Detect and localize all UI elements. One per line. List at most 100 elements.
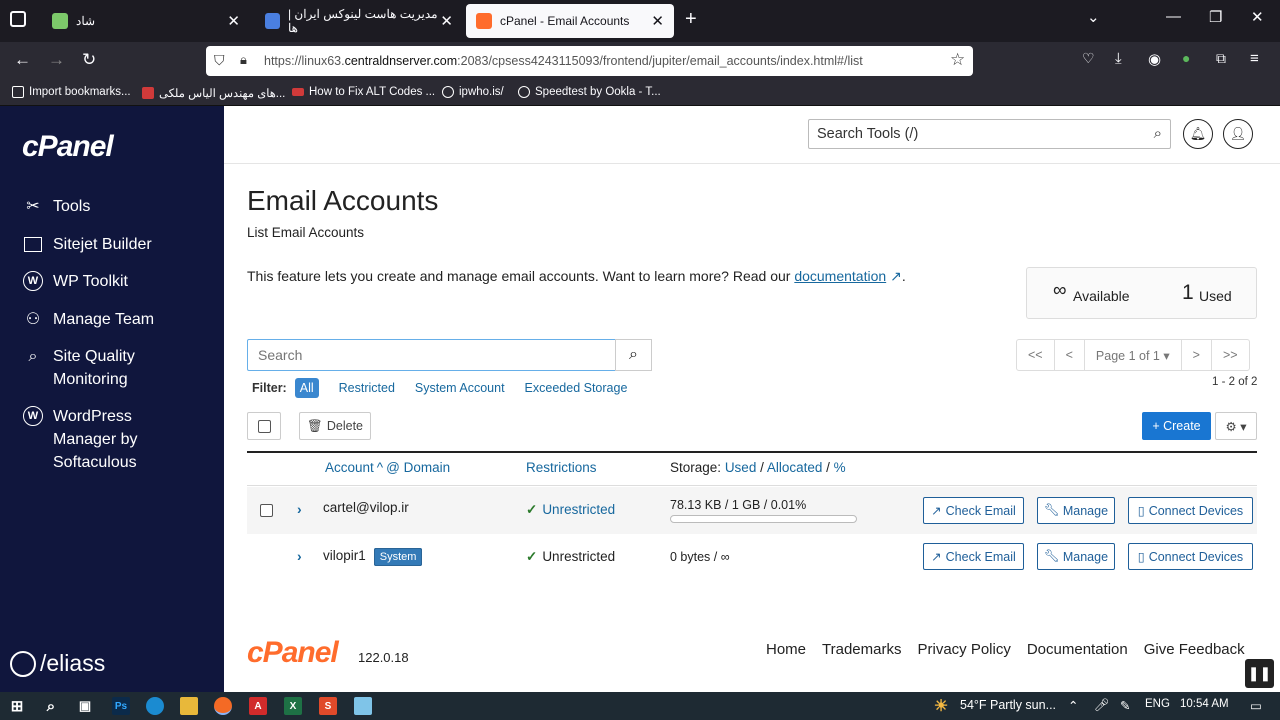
user-menu-button[interactable]: 👤︎: [1223, 119, 1253, 149]
connect-devices-button[interactable]: ▯ Connect Devices: [1128, 543, 1253, 570]
footer-link-documentation[interactable]: Documentation: [1027, 641, 1128, 658]
bookmark-elias[interactable]: های مهندس الیاس ملکی...: [142, 86, 285, 100]
sidebar-item-sitejet[interactable]: Sitejet Builder: [22, 233, 152, 256]
sort-account-header[interactable]: Account ^ @ Domain: [325, 460, 450, 475]
search-button[interactable]: ⌕: [615, 339, 652, 371]
firefox-icon[interactable]: [214, 697, 232, 715]
tray-chevron-icon[interactable]: ⌃: [1068, 698, 1078, 713]
edge-icon[interactable]: [146, 697, 164, 715]
downloads-icon[interactable]: ⤓: [1115, 50, 1122, 67]
check-email-button[interactable]: ↗ Check Email: [923, 497, 1024, 524]
footer-link-privacy[interactable]: Privacy Policy: [917, 641, 1010, 658]
bookmark-star-icon[interactable]: ☆: [950, 50, 965, 70]
clock[interactable]: 10:54 AM: [1180, 698, 1229, 710]
maximize-icon[interactable]: ❐: [1209, 8, 1222, 26]
sort-allocated[interactable]: Allocated: [767, 460, 823, 475]
search-input[interactable]: [247, 339, 616, 371]
row-checkbox[interactable]: [260, 504, 273, 517]
sort-up-icon: ^: [376, 460, 384, 475]
file-explorer-icon[interactable]: [180, 697, 198, 715]
tab-cpanel[interactable]: cPanel - Email Accounts ✕: [466, 4, 674, 38]
search-icon[interactable]: ⌕: [42, 697, 60, 715]
notifications-icon[interactable]: ▭: [1250, 698, 1262, 713]
app-icon[interactable]: S: [319, 697, 337, 715]
bookmark-import[interactable]: Import bookmarks...: [12, 86, 131, 98]
weather-icon[interactable]: ☀: [932, 697, 950, 715]
pocket-icon[interactable]: ♡: [1082, 50, 1095, 67]
settings-dropdown-button[interactable]: ⚙ ▾: [1215, 412, 1257, 440]
search-tools-input[interactable]: Search Tools (/) ⌕: [808, 119, 1171, 149]
close-tab-icon[interactable]: ✕: [227, 12, 240, 30]
filter-system-account[interactable]: System Account: [415, 381, 505, 395]
pagination: << < Page 1 of 1 ▾ > >>: [1016, 339, 1250, 371]
close-window-icon[interactable]: ✕: [1251, 8, 1264, 26]
excel-icon[interactable]: X: [284, 697, 302, 715]
footer-link-feedback[interactable]: Give Feedback: [1144, 641, 1245, 658]
select-all-checkbox[interactable]: [257, 419, 271, 433]
close-tab-icon[interactable]: ✕: [651, 12, 664, 30]
tab-overview-icon[interactable]: [10, 11, 26, 27]
pen-icon[interactable]: ✎: [1120, 698, 1130, 713]
create-button[interactable]: + Create: [1142, 412, 1211, 440]
weather-text[interactable]: 54°F Partly sun...: [960, 698, 1056, 712]
back-icon[interactable]: ←: [14, 50, 31, 70]
task-view-icon[interactable]: ▣: [76, 697, 94, 715]
page-select[interactable]: Page 1 of 1 ▾: [1085, 340, 1182, 370]
last-page-button[interactable]: >>: [1212, 340, 1249, 370]
first-page-button[interactable]: <<: [1017, 340, 1055, 370]
check-email-button[interactable]: ↗ Check Email: [923, 543, 1024, 570]
acrobat-icon[interactable]: A: [249, 697, 267, 715]
manage-button[interactable]: 🔧︎ Manage: [1037, 543, 1115, 570]
photoshop-icon[interactable]: Ps: [112, 697, 130, 715]
manage-button[interactable]: 🔧︎ Manage: [1037, 497, 1115, 524]
select-all-button[interactable]: [247, 412, 281, 440]
sort-used[interactable]: Used: [725, 460, 757, 475]
expand-row-icon[interactable]: ›: [297, 548, 302, 564]
notepad-icon[interactable]: [354, 697, 372, 715]
sidebar-item-wordpress-manager[interactable]: W WordPress Manager by Softaculous: [22, 405, 197, 474]
list-tabs-icon[interactable]: ⌄: [1087, 8, 1100, 26]
extension-icon[interactable]: ●: [1182, 50, 1190, 66]
microphone-icon[interactable]: 🎤︎: [1094, 698, 1110, 713]
minimize-icon[interactable]: —: [1166, 8, 1181, 25]
sidebar-item-wp-toolkit[interactable]: W WP Toolkit: [22, 270, 128, 293]
filter-all[interactable]: All: [294, 378, 319, 398]
new-tab-icon[interactable]: +: [685, 8, 697, 31]
pause-icon[interactable]: ❚❚: [1245, 659, 1274, 688]
delete-button[interactable]: 🗑︎ Delete: [299, 412, 371, 440]
tab-host[interactable]: مدیریت هاست لینوکس ایران | ها ✕: [255, 4, 463, 38]
next-page-button[interactable]: >: [1182, 340, 1212, 370]
reload-icon[interactable]: ↻: [82, 50, 96, 70]
restrictions-column-header[interactable]: Restrictions: [526, 460, 597, 475]
connect-devices-button[interactable]: ▯ Connect Devices: [1128, 497, 1253, 524]
documentation-link[interactable]: documentation: [794, 268, 886, 284]
address-bar[interactable]: https://linux63. centraldnserver.com:2083…: [206, 46, 973, 76]
tracking-shield-icon[interactable]: ⛉: [214, 52, 225, 69]
bookmark-altcodes[interactable]: How to Fix ALT Codes ...: [292, 86, 435, 98]
account-icon[interactable]: ◉: [1148, 50, 1161, 68]
cpanel-logo[interactable]: cPanel: [22, 130, 114, 164]
windows-start-icon[interactable]: ⊞: [8, 697, 26, 715]
menu-icon[interactable]: ≡: [1250, 50, 1259, 67]
language-indicator[interactable]: ENG: [1145, 698, 1170, 710]
sidebar-item-tools[interactable]: ✂ Tools: [22, 195, 90, 218]
footer-cpanel-logo[interactable]: cPanel: [247, 636, 339, 670]
forward-icon[interactable]: →: [48, 50, 65, 70]
close-tab-icon[interactable]: ✕: [440, 12, 453, 30]
footer-link-trademarks[interactable]: Trademarks: [822, 641, 901, 658]
footer-link-home[interactable]: Home: [766, 641, 806, 658]
sidebar-item-manage-team[interactable]: ⚇ Manage Team: [22, 308, 154, 331]
extensions-icon[interactable]: ⧉: [1216, 50, 1226, 67]
bookmark-ipwho[interactable]: ipwho.is/: [442, 86, 504, 98]
filter-exceeded-storage[interactable]: Exceeded Storage: [525, 381, 628, 395]
expand-row-icon[interactable]: ›: [297, 501, 302, 517]
lock-icon[interactable]: 🔒︎: [240, 52, 247, 68]
filter-restricted[interactable]: Restricted: [339, 381, 395, 395]
sidebar-item-site-quality[interactable]: ⌕ Site Quality Monitoring: [22, 345, 202, 391]
sort-percent[interactable]: %: [834, 460, 846, 475]
tab-shad[interactable]: شاد ✕: [42, 4, 250, 38]
restriction-label: Unrestricted: [542, 549, 616, 564]
prev-page-button[interactable]: <: [1055, 340, 1085, 370]
notifications-button[interactable]: 🔔︎: [1183, 119, 1213, 149]
bookmark-speedtest[interactable]: Speedtest by Ookla - T...: [518, 86, 661, 98]
